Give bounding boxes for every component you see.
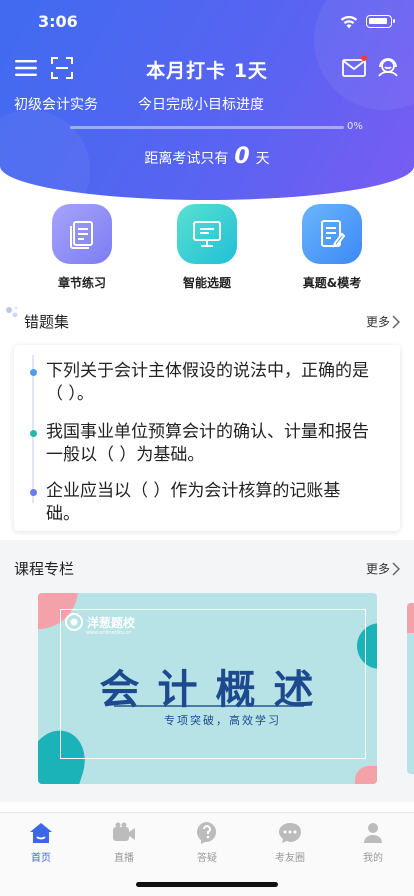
daily-goal-progress-bar bbox=[70, 126, 344, 129]
exam-days-count: 0 bbox=[234, 144, 250, 169]
exam-countdown: 距离考试只有 0 天 bbox=[0, 144, 414, 169]
tab-live[interactable]: 直播 bbox=[94, 821, 154, 864]
chevron-right-icon bbox=[392, 314, 400, 329]
brand-url: www.onlinetiku.cn bbox=[86, 630, 132, 636]
bullet-dot bbox=[30, 489, 37, 496]
progress-percent: 0% bbox=[347, 121, 363, 132]
tab-label: 我的 bbox=[363, 853, 383, 864]
tab-home[interactable]: 首页 bbox=[11, 821, 71, 864]
home-icon bbox=[11, 821, 71, 845]
timeline-line bbox=[32, 355, 34, 503]
wrong-question-item[interactable]: 我国事业单位预算会计的确认、计量和报告一般以（ ）为基础。 bbox=[30, 421, 372, 467]
course-card-next[interactable] bbox=[407, 603, 414, 774]
wrong-question-text: 企业应当以（ ）作为会计核算的记账基础。 bbox=[46, 481, 341, 524]
course-section-header: 课程专栏 更多 bbox=[14, 558, 400, 582]
brand-logo: 洋葱题校 bbox=[65, 613, 135, 631]
battery-icon bbox=[366, 15, 395, 28]
tab-label: 首页 bbox=[31, 853, 51, 864]
tab-label: 答疑 bbox=[197, 853, 217, 864]
exam-paper-icon bbox=[302, 204, 362, 264]
course-subtitle: 专项突破，高效学习 bbox=[164, 714, 281, 727]
book-icon bbox=[52, 204, 112, 264]
tab-profile[interactable]: 我的 bbox=[343, 821, 403, 864]
wrong-set-header: 错题集 更多 bbox=[14, 311, 400, 335]
feature-label: 真题&模考 bbox=[302, 276, 362, 290]
monitor-icon bbox=[177, 204, 237, 264]
wrong-question-item[interactable]: 企业应当以（ ）作为会计核算的记账基础。 bbox=[30, 480, 372, 526]
decoration-leaf bbox=[355, 766, 377, 784]
feature-past-exams[interactable]: 真题&模考 bbox=[272, 204, 392, 291]
exam-countdown-prefix: 距离考试只有 bbox=[144, 151, 229, 167]
exam-countdown-suffix: 天 bbox=[255, 151, 270, 167]
brand-logo-icon bbox=[65, 613, 83, 631]
tab-label: 直播 bbox=[114, 853, 134, 864]
customer-service-icon[interactable] bbox=[374, 54, 402, 82]
header-banner: 3:06 本月打卡 1天 初级会计实务 今日完成小目标进度 0% 距离考试只有 0… bbox=[0, 0, 414, 200]
unread-badge bbox=[361, 55, 367, 61]
wrong-set-title: 错题集 bbox=[24, 313, 70, 331]
decoration-leaf bbox=[407, 603, 414, 633]
more-label: 更多 bbox=[365, 315, 390, 329]
wrong-question-text: 下列关于会计主体假设的说法中，正确的是（ ）。 bbox=[46, 361, 369, 404]
course-more-link[interactable]: 更多 bbox=[366, 560, 400, 577]
brand-name: 洋葱题校 bbox=[87, 615, 136, 630]
chat-icon bbox=[260, 821, 320, 845]
tab-qa[interactable]: 答疑 bbox=[177, 821, 237, 864]
course-card[interactable]: 洋葱题校 www.onlinetiku.cn 会计概述 专项突破，高效学习 bbox=[38, 593, 377, 784]
mail-icon[interactable] bbox=[340, 54, 368, 82]
course-section-title: 课程专栏 bbox=[14, 560, 75, 578]
wrong-set-more-link[interactable]: 更多 bbox=[366, 313, 400, 330]
title-underline bbox=[114, 705, 304, 707]
video-icon bbox=[94, 821, 154, 845]
chevron-right-icon bbox=[392, 561, 400, 576]
wrong-set-card: 下列关于会计主体假设的说法中，正确的是（ ）。 我国事业单位预算会计的确认、计量… bbox=[14, 345, 400, 531]
feature-label: 智能选题 bbox=[182, 276, 231, 290]
feature-chapter-practice[interactable]: 章节练习 bbox=[22, 204, 142, 291]
person-icon bbox=[343, 821, 403, 845]
bullet-dot bbox=[30, 369, 37, 376]
more-label: 更多 bbox=[365, 562, 390, 576]
status-time: 3:06 bbox=[38, 12, 78, 31]
subject-selector[interactable]: 初级会计实务 bbox=[14, 94, 98, 114]
home-indicator bbox=[136, 882, 278, 887]
bullet-dot bbox=[30, 430, 37, 437]
question-icon bbox=[177, 821, 237, 845]
feature-label: 章节练习 bbox=[57, 276, 106, 290]
tab-label: 考友圈 bbox=[275, 853, 305, 864]
feature-shortcuts: 章节练习 智能选题 真题&模考 bbox=[0, 204, 414, 294]
wrong-question-text: 我国事业单位预算会计的确认、计量和报告一般以（ ）为基础。 bbox=[46, 422, 369, 465]
status-bar: 3:06 bbox=[0, 0, 414, 44]
top-nav: 本月打卡 1天 bbox=[0, 50, 414, 84]
feature-smart-selection[interactable]: 智能选题 bbox=[147, 204, 267, 291]
tab-community[interactable]: 考友圈 bbox=[260, 821, 320, 864]
section-divider bbox=[0, 540, 414, 548]
daily-goal-label: 今日完成小目标进度 bbox=[138, 97, 264, 113]
wrong-question-item[interactable]: 下列关于会计主体假设的说法中，正确的是（ ）。 bbox=[30, 360, 372, 406]
wifi-icon bbox=[340, 14, 358, 33]
